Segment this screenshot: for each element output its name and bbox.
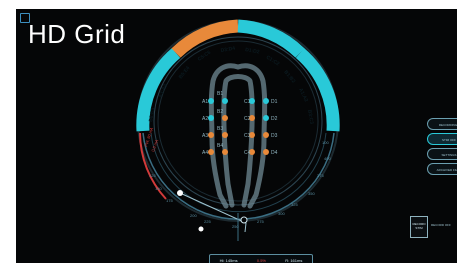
segment-label: B3:C3 bbox=[306, 109, 314, 124]
stat-center: 0.5% bbox=[256, 258, 266, 263]
channel-label: A4 bbox=[202, 150, 208, 156]
segment-label: B5:E4 bbox=[178, 65, 192, 80]
channel-label: C1 bbox=[244, 99, 251, 105]
stat-right: R: 161ms bbox=[285, 258, 303, 263]
scale-label: 225 bbox=[204, 219, 211, 224]
scale-handle[interactable] bbox=[177, 190, 183, 196]
hd-grid-dial: A1 B1 C1 D1 A2 B2 C2 D2 A3 B3 C3 D3 A4 B… bbox=[136, 19, 340, 241]
scale-label: 200 bbox=[190, 213, 197, 218]
main-screen: HD Grid A1 B1 C1 D1 A2 B2 C2 D2 A3 B3 C3… bbox=[16, 9, 457, 263]
scale-label: 300 bbox=[278, 211, 285, 216]
archived-files-button[interactable]: ARCHIVED FILES bbox=[427, 163, 457, 175]
record-stim-button[interactable]: RECORD STIM bbox=[410, 216, 428, 238]
settings-button[interactable]: SETTINGS bbox=[427, 148, 457, 160]
scale-label: 275 bbox=[257, 219, 264, 224]
channel-label: D4 bbox=[271, 150, 278, 156]
recordings-button[interactable]: RECORDINGS bbox=[427, 118, 457, 130]
channel-label: B1 bbox=[217, 91, 223, 97]
scale-label: 100 bbox=[322, 140, 329, 145]
scale-label: 150 bbox=[155, 186, 162, 191]
segment-label: A1:A2 bbox=[297, 87, 309, 103]
channel-label: C2 bbox=[244, 116, 251, 122]
scale-label: 125 bbox=[149, 173, 156, 178]
channel-label: D3 bbox=[271, 133, 278, 139]
scale-label: 325 bbox=[291, 202, 298, 207]
stim-toggle-button[interactable]: STIM OFF bbox=[427, 133, 457, 145]
scale-label: 175 bbox=[166, 198, 173, 203]
channel-label: C4 bbox=[244, 150, 251, 156]
channel-label: B4 bbox=[217, 143, 223, 149]
channel-label: C3 bbox=[244, 133, 251, 139]
stats-bar: Hi: 145ms 0.5% R: 161ms bbox=[209, 254, 313, 263]
scale-handle-2[interactable] bbox=[198, 226, 204, 232]
channel-label: D1 bbox=[271, 99, 278, 105]
center-handle[interactable] bbox=[240, 216, 248, 224]
channel-label: D2 bbox=[271, 116, 278, 122]
stat-left: Hi: 145ms bbox=[219, 258, 238, 263]
segment-label: B8:E3 bbox=[148, 107, 156, 122]
segment-label: D3:D4 bbox=[220, 46, 235, 54]
segment-label: D1:D2 bbox=[245, 47, 260, 55]
channel-label: A1 bbox=[202, 99, 208, 105]
channel-label: A2 bbox=[202, 116, 208, 122]
scale-label: 400 bbox=[324, 156, 331, 161]
scale-label: 350 bbox=[308, 191, 315, 196]
scale-label: 250 bbox=[232, 224, 239, 229]
segment-label: A3:A4 bbox=[157, 83, 168, 99]
channel-label: B2 bbox=[217, 109, 223, 115]
scale-label: 375 bbox=[317, 173, 324, 178]
channel-label: A3 bbox=[202, 133, 208, 139]
record-status: RECORD OFF bbox=[431, 223, 451, 227]
segment-label: C1:C2 bbox=[265, 55, 281, 68]
segment-label: B1:B2 bbox=[282, 69, 296, 84]
channel-label: B3 bbox=[217, 126, 223, 132]
